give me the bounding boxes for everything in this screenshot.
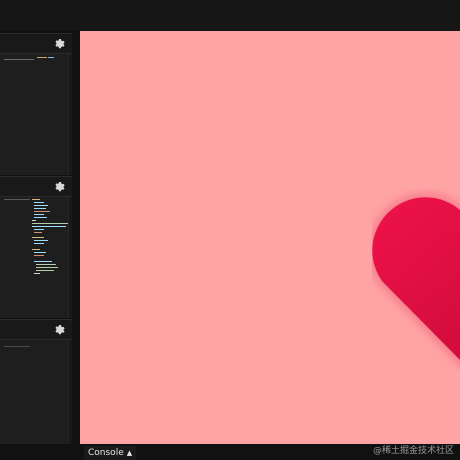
html-panel	[0, 33, 72, 175]
watermark: @稀土掘金技术社区	[372, 446, 454, 456]
heart-icon	[372, 188, 460, 370]
code-area	[0, 197, 68, 318]
css-panel	[0, 176, 72, 318]
chevron-up-icon: ▲	[126, 449, 133, 457]
bottom-bar: Console ▲ @稀土掘金技术社区	[0, 444, 460, 460]
js-code-editor[interactable]	[0, 340, 72, 444]
html-code-editor[interactable]	[0, 54, 72, 175]
editor-column	[0, 31, 74, 444]
editor-scrollbar[interactable]	[68, 197, 72, 318]
code-area	[0, 340, 68, 444]
console-label: Console	[88, 448, 124, 458]
gear-icon[interactable]	[53, 38, 65, 50]
code-area	[0, 54, 68, 175]
preview-pane	[80, 31, 460, 444]
css-panel-header	[0, 177, 72, 197]
html-panel-header	[0, 34, 72, 54]
app-window: Console ▲ @稀土掘金技术社区	[0, 0, 460, 460]
js-panel	[0, 319, 72, 444]
css-code-editor[interactable]	[0, 197, 72, 318]
console-button[interactable]: Console ▲	[84, 446, 137, 460]
gear-icon[interactable]	[53, 324, 65, 336]
top-bar	[0, 0, 460, 31]
editor-scrollbar[interactable]	[68, 340, 72, 444]
gear-icon[interactable]	[53, 181, 65, 193]
js-panel-header	[0, 320, 72, 340]
editor-scrollbar[interactable]	[68, 54, 72, 175]
